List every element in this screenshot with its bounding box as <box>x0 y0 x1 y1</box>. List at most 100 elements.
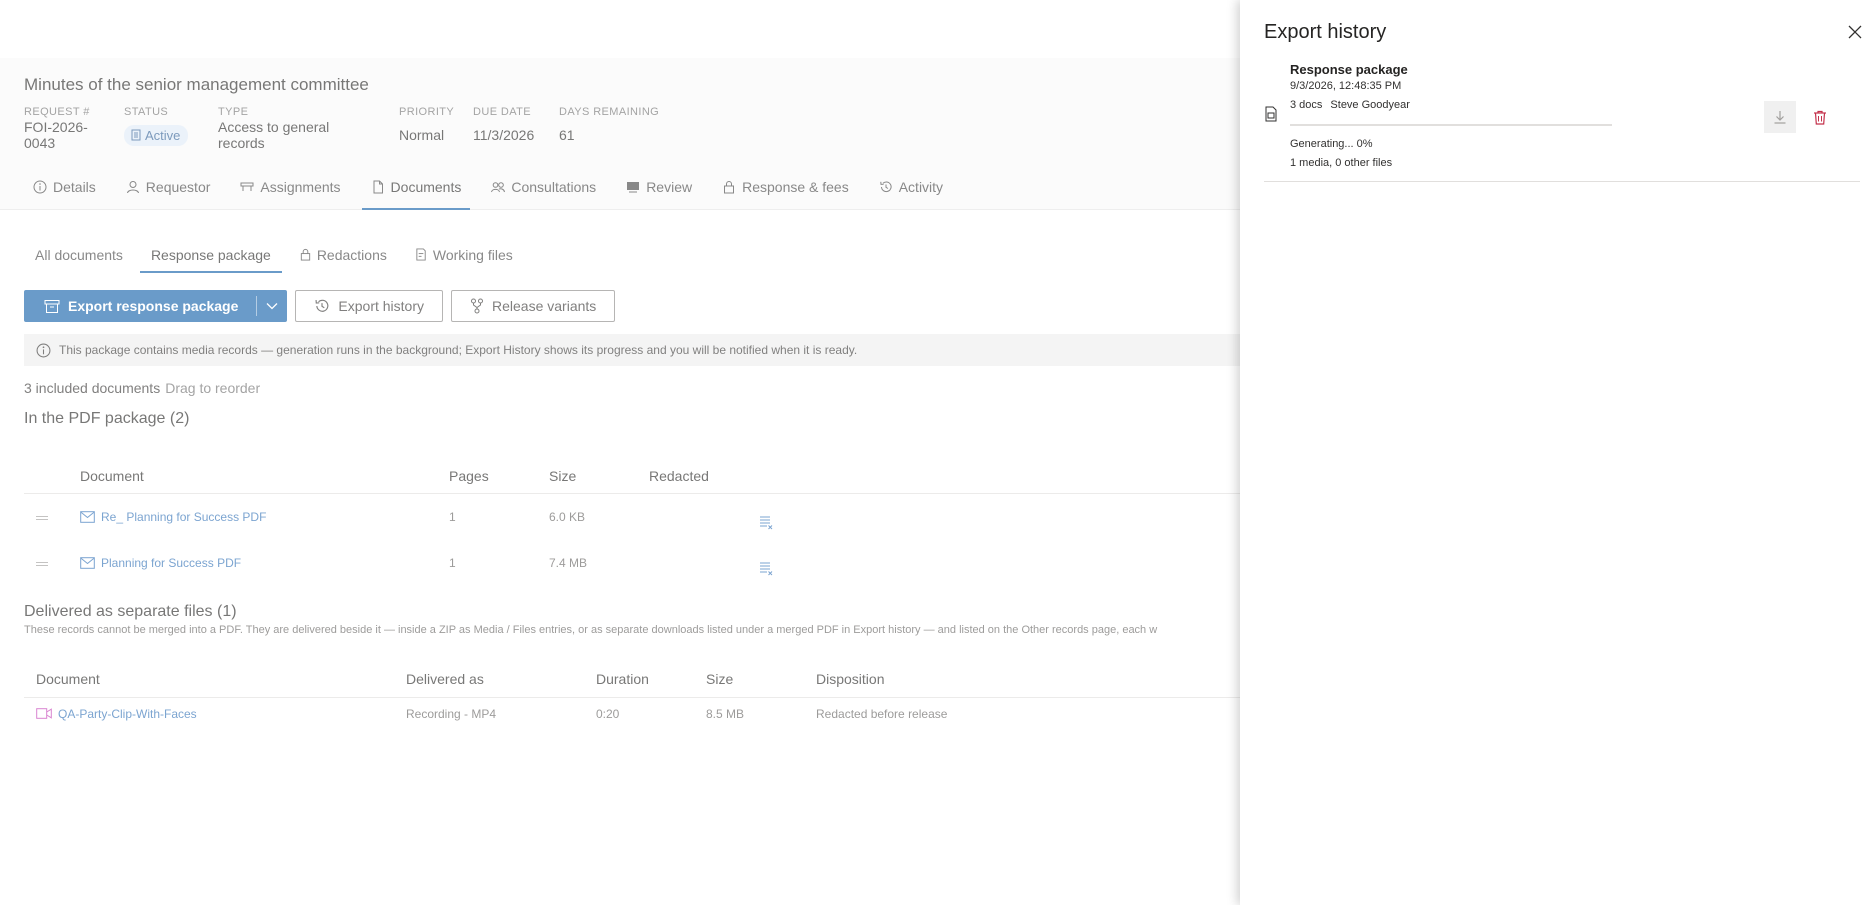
document-link[interactable]: Planning for Success PDF <box>80 556 449 570</box>
disposition-cell: Redacted before release <box>816 706 948 721</box>
export-label: Export response package <box>68 298 239 314</box>
view-redactions-button[interactable] <box>759 547 799 579</box>
tab-activity[interactable]: Activity <box>870 163 952 210</box>
tab-label: Review <box>646 178 693 195</box>
document-subtabs: All documents Response package Redaction… <box>24 236 530 273</box>
field-value: 61 <box>559 127 575 143</box>
export-history-item: Response package 9/3/2026, 12:48:35 PM 3… <box>1264 58 1860 182</box>
column-header: Document <box>36 671 100 687</box>
export-doc-count: 3 docs <box>1290 99 1323 111</box>
tab-label: Activity <box>898 178 944 195</box>
status-text: Active <box>145 127 181 143</box>
close-panel-button[interactable] <box>1848 25 1862 39</box>
tab-response-fees[interactable]: Response & fees <box>713 163 858 210</box>
tab-requestor[interactable]: Requestor <box>117 163 220 210</box>
field-value: Access to general records <box>218 119 330 151</box>
subtab-working-files[interactable]: Working files <box>404 236 524 273</box>
column-header: Disposition <box>816 671 885 687</box>
field-label: DAYS REMAINING <box>559 106 660 118</box>
field-value: FOI-2026-0043 <box>24 119 88 151</box>
delete-button[interactable] <box>1804 101 1836 133</box>
export-menu-toggle[interactable] <box>257 302 287 310</box>
table-row: QA-Party-Clip-With-Faces Recording - MP4… <box>24 698 1244 730</box>
download-button[interactable] <box>1764 101 1796 133</box>
video-icon <box>36 708 52 719</box>
people-icon <box>491 181 506 192</box>
subtab-redactions[interactable]: Redactions <box>288 236 398 273</box>
mail-icon <box>80 511 95 523</box>
drag-handle-icon <box>36 516 48 520</box>
size-cell: 7.4 MB <box>549 556 588 570</box>
field-request-number: REQUEST # FOI-2026-0043 <box>24 106 100 151</box>
table-header: Document Pages Size Redacted <box>24 458 1244 494</box>
tab-label: Assignments <box>260 178 341 195</box>
column-header: Duration <box>596 671 649 687</box>
pdf-section-title: In the PDF package (2) <box>24 410 190 427</box>
export-main-action[interactable]: Export response package <box>24 296 258 316</box>
export-file-summary: 1 media, 0 other files <box>1290 157 1393 169</box>
column-header: Pages <box>449 467 489 484</box>
assignments-icon <box>240 182 254 191</box>
field-value: Normal <box>399 127 445 143</box>
info-icon <box>36 343 51 357</box>
export-response-package-button[interactable]: Export response package <box>24 290 288 322</box>
export-history-panel: Export history Response package 9/3/2026… <box>1240 0 1868 905</box>
subtab-response-package[interactable]: Response package <box>139 236 282 273</box>
table-row: Planning for Success PDF 1 7.4 MB <box>24 540 1244 586</box>
media-info-bar: This package contains media records — ge… <box>24 334 1244 366</box>
lock-icon <box>724 180 735 193</box>
included-count: 3 included documents Drag to reorder <box>24 380 260 396</box>
archive-icon <box>44 299 60 313</box>
record-fields: REQUEST # FOI-2026-0043 STATUS Active TY… <box>24 106 693 151</box>
edit-document-icon <box>416 248 426 261</box>
mail-icon <box>80 557 95 569</box>
pdf-package-table: Document Pages Size Redacted Re_ Plannin… <box>24 458 1244 586</box>
tab-details[interactable]: Details <box>24 163 105 210</box>
size-cell: 6.0 KB <box>549 510 586 524</box>
included-count-text: 3 included documents <box>24 380 161 396</box>
subtab-label: Response package <box>150 246 271 263</box>
tab-review[interactable]: Review <box>617 163 701 210</box>
document-name: Planning for Success PDF <box>101 556 242 570</box>
field-label: DUE DATE <box>473 106 532 118</box>
tab-documents[interactable]: Documents <box>361 163 471 210</box>
export-history-button[interactable]: Export history <box>295 290 443 322</box>
export-name: Response package <box>1290 62 1408 77</box>
person-icon <box>126 180 139 193</box>
record-tabs: Details Requestor Assignments Documents … <box>24 163 964 210</box>
column-header: Delivered as <box>406 671 484 687</box>
chevron-down-icon <box>266 303 278 310</box>
column-header: Size <box>706 671 734 687</box>
tab-label: Consultations <box>511 178 597 195</box>
pages-cell: 1 <box>449 510 456 524</box>
tab-label: Requestor <box>145 178 211 195</box>
info-icon <box>33 180 47 193</box>
subtab-label: Working files <box>432 246 513 263</box>
document-link[interactable]: Re_ Planning for Success PDF <box>80 510 449 524</box>
tab-label: Documents <box>390 178 462 195</box>
release-variants-button[interactable]: Release variants <box>451 290 616 322</box>
drag-handle[interactable] <box>24 556 80 570</box>
subtab-label: All documents <box>35 246 123 263</box>
tab-label: Response & fees <box>742 178 849 195</box>
field-value: 11/3/2026 <box>473 127 535 143</box>
size-cell: 8.5 MB <box>706 706 745 721</box>
status-badge: Active <box>124 124 189 146</box>
view-redactions-button[interactable] <box>759 501 799 533</box>
delivered-as-cell: Recording - MP4 <box>406 706 497 721</box>
export-status: Generating... 0% <box>1290 138 1373 150</box>
document-link[interactable]: QA-Party-Clip-With-Faces <box>36 707 406 721</box>
subtab-all-documents[interactable]: All documents <box>24 236 134 273</box>
branch-icon <box>471 298 483 314</box>
redaction-list-icon <box>760 516 773 530</box>
tab-assignments[interactable]: Assignments <box>231 163 349 210</box>
column-header: Size <box>549 467 577 484</box>
redaction-list-icon <box>760 562 773 576</box>
tab-consultations[interactable]: Consultations <box>482 163 605 210</box>
document-name: QA-Party-Clip-With-Faces <box>58 706 197 721</box>
info-message: This package contains media records — ge… <box>59 343 858 357</box>
drag-handle[interactable] <box>24 510 80 524</box>
column-header: Document <box>80 467 144 484</box>
package-toolbar: Export response package Export history R… <box>24 290 616 322</box>
record-title: Minutes of the senior management committ… <box>24 75 369 94</box>
